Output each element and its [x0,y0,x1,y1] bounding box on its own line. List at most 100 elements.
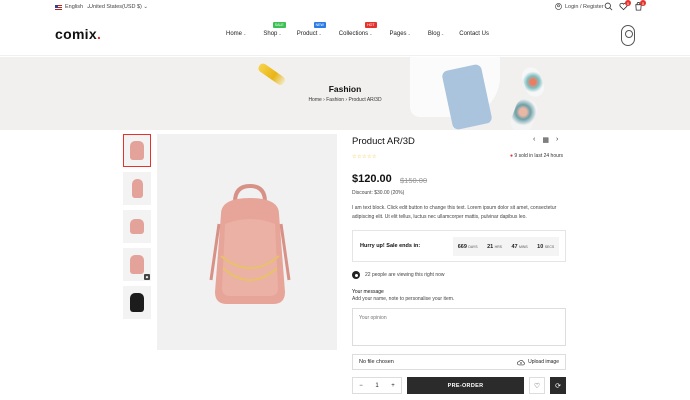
grid-icon[interactable]: ▦ [542,136,549,144]
discount-text: Discount: $30.00 (20%) [352,190,405,196]
chevron-down-icon: ⌄ [318,31,322,36]
chevron-down-icon: ⌄ [143,4,149,10]
timer-minutes: 47 MINS [511,243,528,250]
pink-backpack-image [209,184,291,304]
compare-icon: ⟳ [555,382,561,390]
product-title: Product AR/3D [352,136,415,147]
quantity-stepper: − 1 + [352,377,402,394]
nav-item-shop[interactable]: Shop⌄ SALE [263,22,286,37]
timer-seconds: 10 SECS [537,243,555,250]
ar-3d-icon: ◆ [144,274,150,280]
nav-item-label: Pages [389,31,407,37]
chevron-down-icon: ⌄ [407,31,411,36]
side-menu-button[interactable] [621,25,635,46]
upload-button[interactable]: Upload image [517,359,559,366]
thumbnail-2[interactable] [123,172,151,205]
countdown-timer: 669 DAYS 21 HRS 47 MINS 10 SECS [453,237,559,256]
timer-hours: 21 HRS [487,243,502,250]
heart-icon: ♡ [533,382,541,390]
message-help: Add your name, note to personalise your … [352,296,455,302]
search-icon[interactable] [604,2,613,11]
eye-icon [352,271,360,279]
nav-item-label: Product [296,31,318,37]
nav-item-label: Contact Us [459,31,489,37]
cloud-upload-icon [517,359,525,365]
nav-item-label: Home [226,31,243,37]
decrease-quantity-button[interactable]: − [359,383,363,389]
nav-item-collections[interactable]: Collections⌄ HOT [338,22,377,37]
nav-item-pages[interactable]: Pages⌄ [390,31,411,37]
hurry-label: Hurry up! Sale ends in: [360,243,421,249]
next-product-icon[interactable]: › [556,136,558,144]
lipstick-decoration [256,62,287,87]
quantity-value[interactable]: 1 [375,383,378,389]
compare-button[interactable]: ⟳ [550,377,566,394]
message-label: Your message [352,289,384,295]
login-link[interactable]: Login / Register [555,3,604,10]
backpack-thumbnail-image [130,141,144,160]
language-label: English [65,4,84,10]
prev-product-icon[interactable]: ‹ [533,136,535,144]
us-flag-icon [55,4,62,10]
nav-item-label: Shop [263,31,278,37]
file-upload[interactable]: No file chosen Upload image [352,354,566,370]
chevron-down-icon: ⌄ [369,31,373,36]
sold-text: 9 sold in last 24 hours [514,153,564,159]
increase-quantity-button[interactable]: + [391,383,395,389]
viewers-indicator: 22 people are viewing this right now [352,271,445,279]
thumbnail-4[interactable]: ◆ [123,248,151,281]
thumbnail-3[interactable] [123,210,151,243]
header-icons: 0 0 [604,0,646,11]
fire-icon: ● [510,153,514,159]
backpack-thumbnail-image [130,255,144,274]
breadcrumb-home[interactable]: Home [308,97,321,103]
page-title: Fashion [328,84,362,94]
nav-item-product[interactable]: Product⌄ NEW [296,22,326,37]
price: $120.00 [352,173,392,185]
nav-item-label: Collections [338,31,369,37]
currency-label: United States(USD $) [89,4,142,10]
thumbnail-1[interactable] [123,134,151,167]
rating-stars: ☆☆☆☆☆ [352,154,377,160]
cart-count-badge: 0 [640,0,646,6]
upload-label: Upload image [528,359,559,365]
breadcrumb-category[interactable]: Fashion [326,97,344,103]
thumbnail-5[interactable] [123,286,151,319]
file-status: No file chosen [359,359,394,365]
old-price: $150.00 [400,176,428,185]
cart-icon[interactable]: 0 [634,0,646,11]
main-nav: Home⌄ Shop⌄ SALE Product⌄ NEW Collections⌄ HOT… [226,22,489,37]
nav-item-home[interactable]: Home⌄ [226,31,246,37]
logo-dot: . [96,26,102,42]
sale-countdown: Hurry up! Sale ends in: 669 DAYS 21 HRS … [352,230,566,262]
backpack-thumbnail-image [131,179,143,198]
breadcrumb-current: Product AR/3D [348,97,382,103]
login-label: Login / Register [565,3,604,10]
thumbnail-list: ◆ [123,134,151,324]
message-textarea[interactable] [352,308,566,346]
backpack-thumbnail-image [130,293,144,312]
nav-item-contact-us[interactable]: Contact Us [459,31,489,37]
currency-selector[interactable]: United States(USD $) ⌄ [89,4,148,10]
top-bar: English ⌄ United States(USD $) ⌄ Login /… [0,0,690,14]
nav-tag-badge: NEW [313,22,326,28]
purchase-row: − 1 + PRE-ORDER ♡ ⟳ [352,377,566,394]
product-description: I am text block. Click edit button to ch… [352,205,557,220]
user-icon [555,3,562,10]
product-navigation: ‹ ▦ › [533,136,558,144]
viewers-text: 22 people are viewing this right now [365,272,445,278]
nav-item-blog[interactable]: Blog⌄ [428,31,444,37]
main-product-image[interactable] [157,134,337,350]
shoe-decoration [519,64,547,100]
wishlist-icon[interactable]: 0 [619,0,631,11]
chevron-down-icon: ⌄ [440,31,445,36]
main-header: comix. Home⌄ Shop⌄ SALE Product⌄ NEW Collecti… [0,14,690,56]
wishlist-count-badge: 0 [625,0,631,6]
backpack-thumbnail-image [130,219,144,234]
language-selector[interactable]: English ⌄ [55,4,91,10]
logo[interactable]: comix. [55,26,101,42]
wishlist-button[interactable]: ♡ [529,377,545,394]
preorder-button[interactable]: PRE-ORDER [407,377,524,394]
nav-item-label: Blog [427,31,440,37]
nav-tag-badge: SALE [272,22,286,28]
